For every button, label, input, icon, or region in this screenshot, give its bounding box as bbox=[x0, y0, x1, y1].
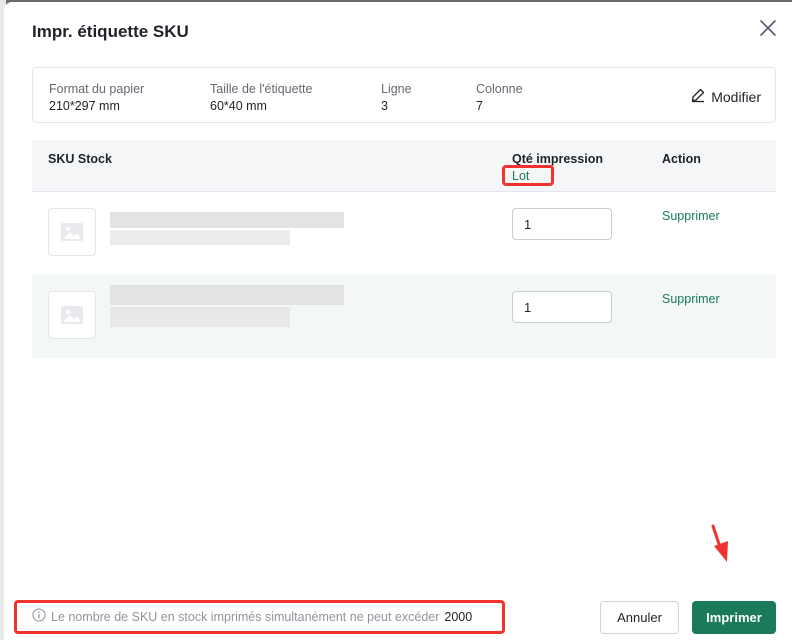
qty-input[interactable] bbox=[512, 291, 612, 323]
row-count-value: 3 bbox=[381, 99, 388, 113]
column-count-field: Colonne 7 bbox=[476, 81, 523, 114]
paper-format-label: Format du papier bbox=[49, 82, 145, 96]
print-sku-label-dialog: Impr. étiquette SKU Format du papier 210… bbox=[4, 2, 792, 640]
row-count-field: Ligne 3 bbox=[381, 81, 412, 114]
footer-note-limit: 2000 bbox=[444, 609, 473, 624]
table-row: Supprimer bbox=[32, 192, 776, 275]
sku-name-blurred bbox=[110, 212, 344, 228]
table-row: Supprimer bbox=[32, 275, 776, 358]
qty-input[interactable] bbox=[512, 208, 612, 240]
sku-name-blurred bbox=[110, 285, 344, 305]
edit-icon bbox=[690, 87, 706, 106]
sku-column-header: SKU Stock bbox=[48, 152, 112, 166]
annotation-arrow bbox=[710, 524, 732, 571]
print-button[interactable]: Imprimer bbox=[692, 601, 776, 634]
info-icon bbox=[32, 608, 46, 625]
delete-button[interactable]: Supprimer bbox=[662, 292, 720, 306]
batch-qty-link[interactable]: Lot bbox=[512, 169, 529, 183]
product-thumbnail bbox=[48, 208, 96, 256]
cancel-button[interactable]: Annuler bbox=[600, 601, 679, 634]
row-count-label: Ligne bbox=[381, 82, 412, 96]
label-size-field: Taille de l'étiquette 60*40 mm bbox=[210, 81, 312, 114]
table-header: SKU Stock Qté impression Action Lot bbox=[32, 140, 776, 192]
sku-table: SKU Stock Qté impression Action Lot Supp… bbox=[32, 140, 776, 358]
close-icon[interactable] bbox=[758, 18, 778, 38]
delete-button[interactable]: Supprimer bbox=[662, 209, 720, 223]
paper-format-field: Format du papier 210*297 mm bbox=[49, 81, 144, 114]
paper-format-value: 210*297 mm bbox=[49, 99, 120, 113]
edit-button-label: Modifier bbox=[711, 88, 761, 105]
sku-code-blurred bbox=[110, 307, 290, 327]
action-column-header: Action bbox=[662, 152, 701, 166]
sku-code-blurred bbox=[110, 230, 290, 245]
edit-button[interactable]: Modifier bbox=[690, 87, 761, 106]
dialog-title: Impr. étiquette SKU bbox=[32, 22, 189, 41]
paper-settings-panel: Format du papier 210*297 mm Taille de l'… bbox=[32, 67, 776, 123]
qty-column-header: Qté impression bbox=[512, 152, 603, 166]
image-placeholder-icon bbox=[61, 306, 83, 324]
image-placeholder-icon bbox=[61, 223, 83, 241]
column-count-value: 7 bbox=[476, 99, 483, 113]
column-count-label: Colonne bbox=[476, 82, 523, 96]
product-thumbnail bbox=[48, 291, 96, 339]
footer-note-text: Le nombre de SKU en stock imprimés simul… bbox=[51, 609, 440, 624]
footer-note: Le nombre de SKU en stock imprimés simul… bbox=[32, 608, 472, 625]
label-size-label: Taille de l'étiquette bbox=[210, 82, 313, 96]
label-size-value: 60*40 mm bbox=[210, 99, 267, 113]
